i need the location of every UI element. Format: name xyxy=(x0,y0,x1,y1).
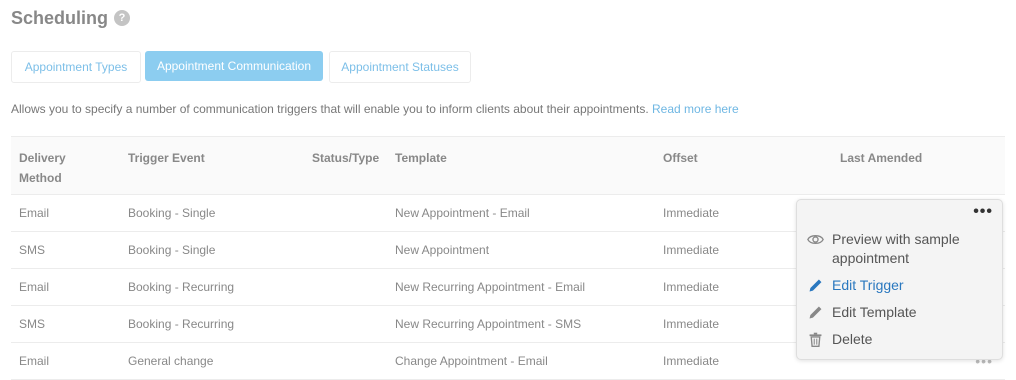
delivery-method-cell: SMS xyxy=(19,243,46,257)
trash-icon xyxy=(809,332,822,347)
trigger-event-cell: Booking - Recurring xyxy=(128,317,235,331)
trigger-event-cell: General change xyxy=(128,354,214,368)
trigger-event-cell: Booking - Single xyxy=(128,206,216,220)
tab-appointment-types[interactable]: Appointment Types xyxy=(11,51,141,83)
page-title: Scheduling xyxy=(11,8,109,28)
delivery-method-cell: SMS xyxy=(19,317,46,331)
delivery-method-cell: Email xyxy=(19,206,50,220)
offset-cell: Immediate xyxy=(663,206,720,220)
template-cell: New Recurring Appointment - Email xyxy=(395,280,586,294)
menu-item-preview[interactable]: Preview with sample appointment xyxy=(807,230,997,268)
template-cell: New Appointment xyxy=(395,243,490,257)
menu-item-label: Preview with sample appointment xyxy=(832,231,960,266)
menu-item-label: Edit Trigger xyxy=(832,277,904,293)
description-text: Allows you to specify a number of commun… xyxy=(11,102,649,116)
column-header-status-type[interactable]: Status/Type xyxy=(312,148,379,168)
pencil-icon xyxy=(809,306,822,319)
trigger-event-cell: Booking - Recurring xyxy=(128,280,235,294)
menu-item-delete[interactable]: Delete xyxy=(807,330,872,349)
tab-appointment-statuses[interactable]: Appointment Statuses xyxy=(329,51,471,83)
tab-appointment-communication[interactable]: Appointment Communication xyxy=(145,51,323,81)
template-cell: Change Appointment - Email xyxy=(395,354,548,368)
pencil-icon xyxy=(809,279,822,292)
column-header-delivery-method[interactable]: Delivery Method xyxy=(19,148,89,188)
offset-cell: Immediate xyxy=(663,280,720,294)
delivery-method-cell: Email xyxy=(19,280,50,294)
column-header-template[interactable]: Template xyxy=(395,148,447,168)
template-cell: New Recurring Appointment - SMS xyxy=(395,317,582,331)
trigger-event-cell: Booking - Single xyxy=(128,243,216,257)
description: Allows you to specify a number of commun… xyxy=(11,102,739,116)
menu-item-label: Edit Template xyxy=(832,304,917,320)
menu-item-edit-trigger[interactable]: Edit Trigger xyxy=(807,276,904,295)
eye-icon xyxy=(807,234,824,245)
help-icon[interactable]: ? xyxy=(114,10,130,26)
row-actions-menu: ••• Preview with sample appointment Edit… xyxy=(796,199,1003,360)
more-options-icon[interactable]: ••• xyxy=(973,203,993,221)
delivery-method-cell: Email xyxy=(19,354,50,368)
template-cell: New Appointment - Email xyxy=(395,206,530,220)
offset-cell: Immediate xyxy=(663,354,720,368)
column-header-trigger-event[interactable]: Trigger Event xyxy=(128,148,205,168)
read-more-link[interactable]: Read more here xyxy=(652,102,739,116)
menu-item-edit-template[interactable]: Edit Template xyxy=(807,303,917,322)
table-header: Delivery Method Trigger Event Status/Typ… xyxy=(11,136,1005,195)
offset-cell: Immediate xyxy=(663,243,720,257)
column-header-offset[interactable]: Offset xyxy=(663,148,698,168)
column-header-last-amended[interactable]: Last Amended xyxy=(840,148,922,168)
menu-item-label: Delete xyxy=(832,331,873,347)
offset-cell: Immediate xyxy=(663,317,720,331)
